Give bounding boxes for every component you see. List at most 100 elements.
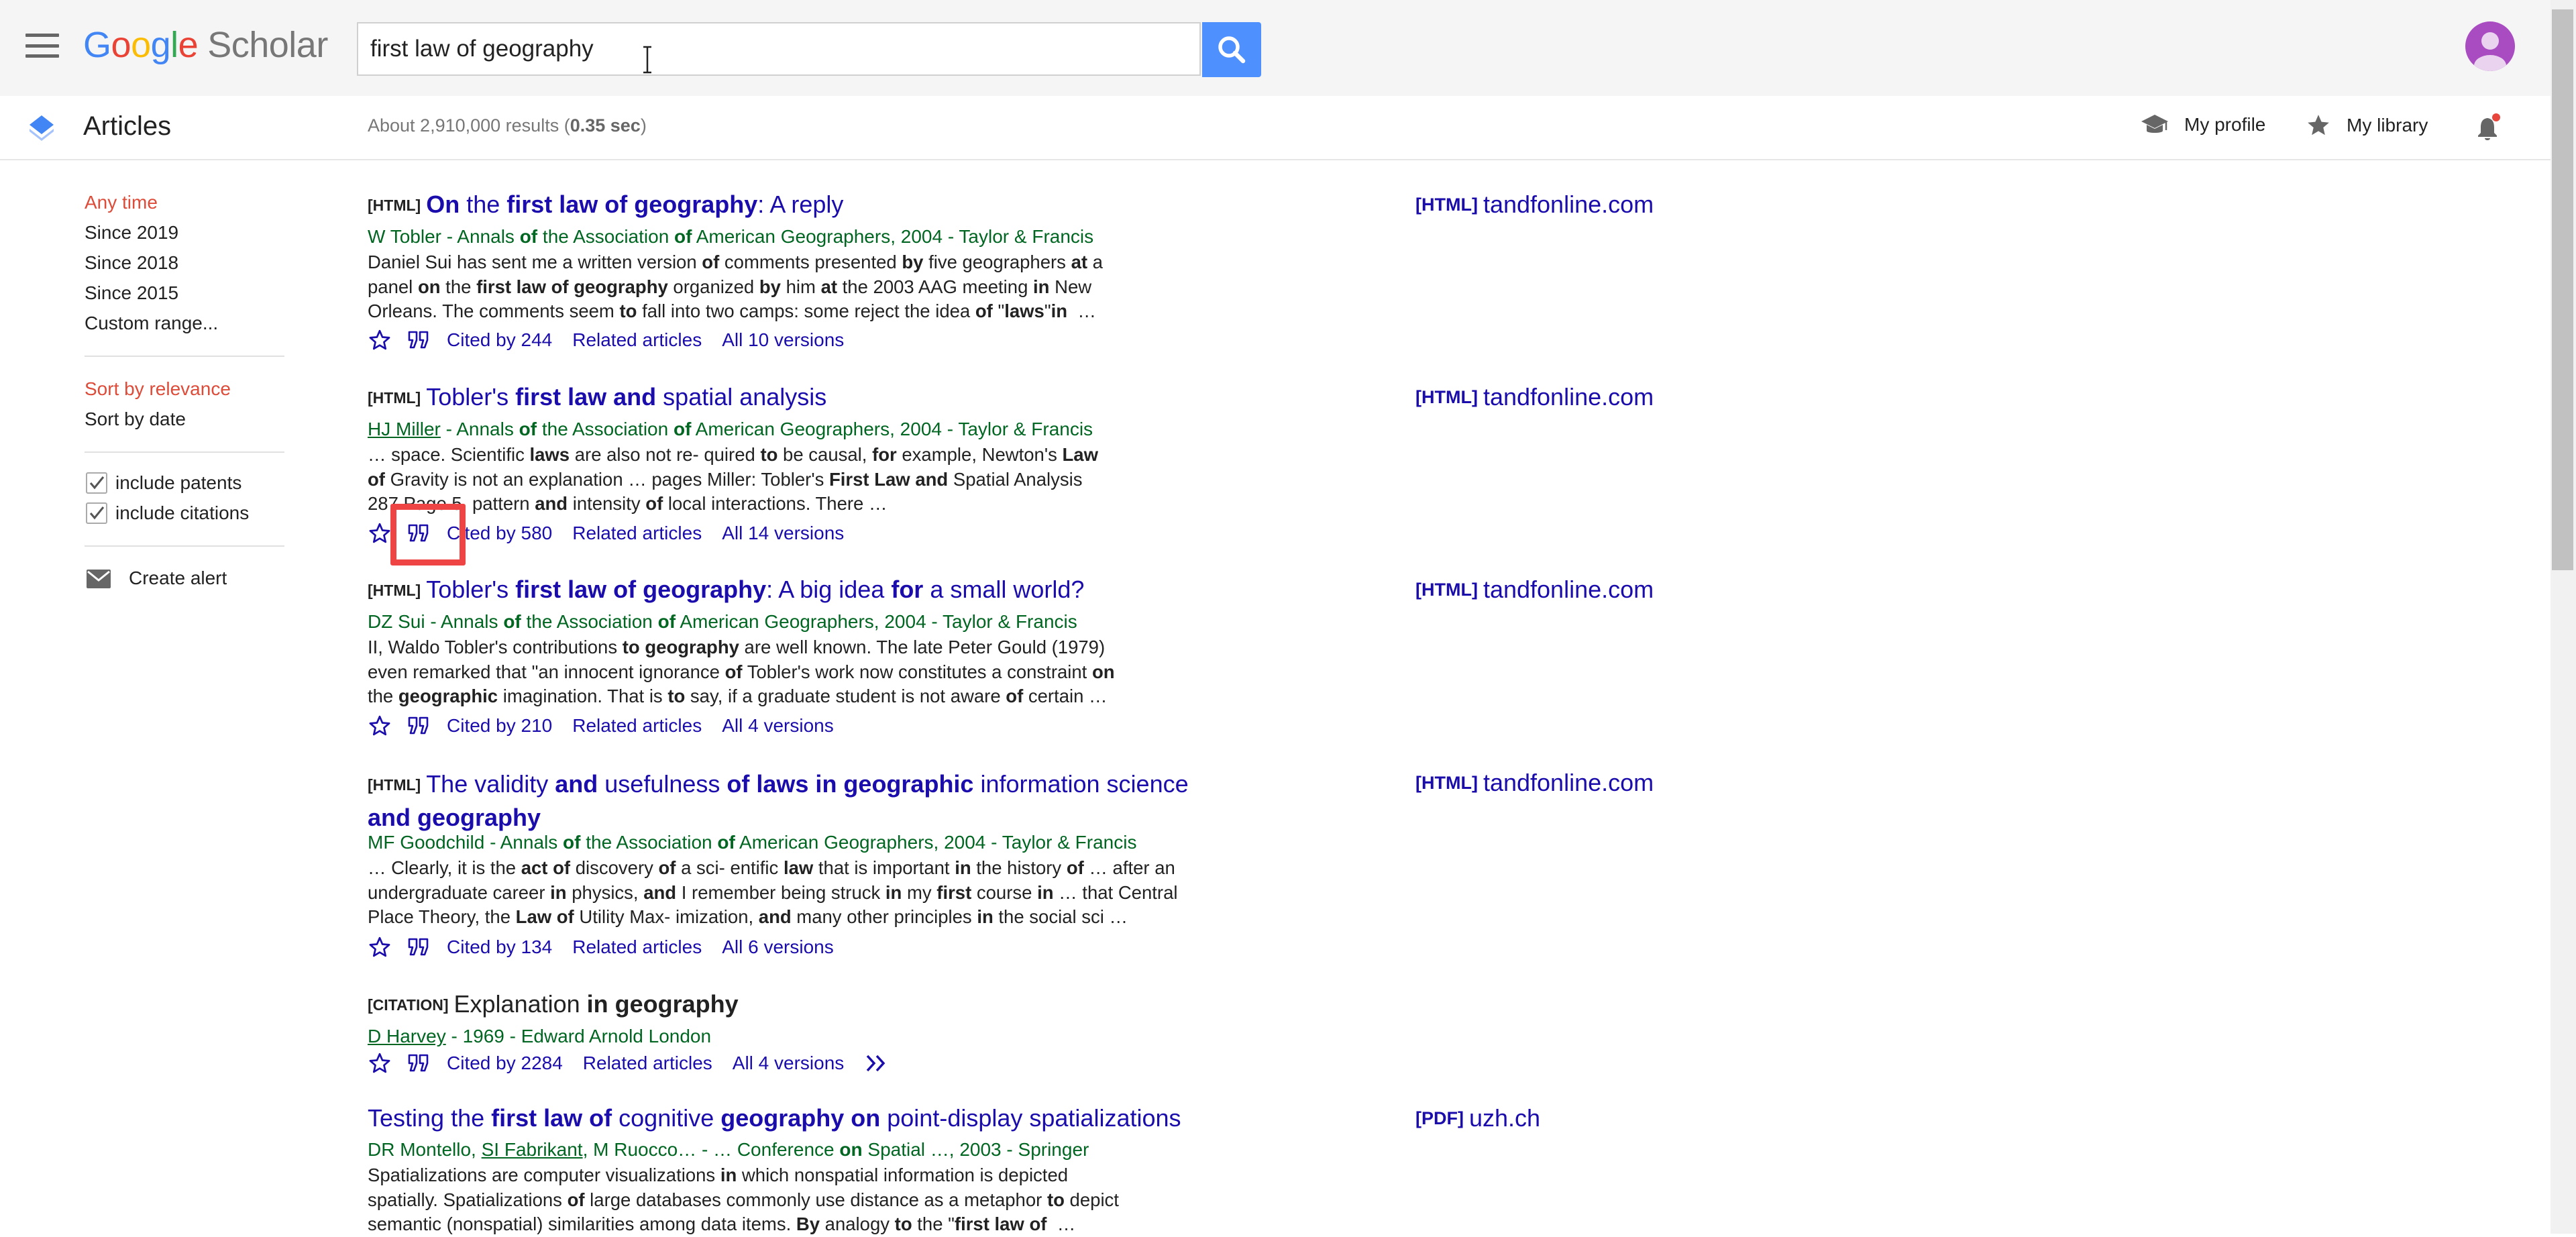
graduation-cap-icon — [2141, 115, 2168, 133]
result-title-text: Testing the first law of cognitive geogr… — [368, 1104, 1181, 1132]
fulltext-domain: tandfonline.com — [1483, 383, 1654, 411]
sidebar-divider — [85, 451, 284, 453]
create-alert-link[interactable]: Create alert — [129, 568, 227, 589]
search-input[interactable] — [358, 23, 1199, 74]
notification-dot — [2492, 113, 2500, 121]
all-versions-link[interactable]: All 4 versions — [722, 715, 834, 737]
fulltext-link[interactable]: [HTML] tandfonline.com — [1415, 191, 1654, 219]
logo-letter: o — [111, 25, 131, 65]
notifications-button[interactable] — [2474, 113, 2504, 142]
fulltext-domain: tandfonline.com — [1483, 191, 1654, 218]
fulltext-format-tag: [HTML] — [1415, 195, 1478, 215]
star-outline-icon[interactable] — [368, 521, 392, 545]
result-snippet: … space. Scientific laws are also not re… — [368, 444, 1098, 514]
fulltext-domain: uzh.ch — [1468, 1104, 1541, 1132]
result-title-text: On the first law of geography: A reply — [426, 191, 844, 218]
magnifier-icon — [1218, 36, 1246, 64]
related-articles-link[interactable]: Related articles — [572, 523, 702, 544]
star-outline-icon[interactable] — [368, 328, 392, 352]
filter-custom-range[interactable]: Custom range... — [85, 313, 218, 334]
logo-letter: e — [178, 25, 199, 65]
my-profile-link[interactable]: My profile — [2140, 113, 2265, 137]
fulltext-format-tag: [HTML] — [1415, 387, 1478, 407]
avatar[interactable] — [2465, 21, 2515, 71]
fulltext-format-tag: [HTML] — [1415, 773, 1478, 793]
filter-any-time[interactable]: Any time — [85, 192, 158, 213]
google-scholar-logo[interactable]: Google Scholar — [83, 24, 328, 66]
fulltext-link[interactable]: [HTML] tandfonline.com — [1415, 769, 1654, 797]
logo-product-name: Scholar — [207, 25, 328, 65]
all-versions-link[interactable]: All 6 versions — [722, 936, 834, 958]
related-articles-link[interactable]: Related articles — [583, 1053, 712, 1074]
cited-by-link[interactable]: Cited by 244 — [447, 329, 552, 351]
filter-since-2019[interactable]: Since 2019 — [85, 222, 178, 244]
scrollbar-thumb[interactable] — [2552, 9, 2573, 570]
fulltext-domain: tandfonline.com — [1483, 576, 1654, 603]
results-stats-suffix: ) — [640, 115, 647, 136]
all-versions-link[interactable]: All 14 versions — [722, 523, 844, 544]
all-versions-link[interactable]: All 10 versions — [722, 329, 844, 351]
logo-letter: o — [131, 25, 151, 65]
result-snippet: … Clearly, it is the act of discovery of… — [368, 857, 1178, 927]
bell-icon — [2478, 113, 2500, 140]
hamburger-menu-icon[interactable] — [25, 34, 59, 58]
quote-icon[interactable] — [407, 935, 431, 959]
result-title[interactable]: Testing the first law of cognitive geogr… — [368, 1104, 1181, 1132]
star-outline-icon[interactable] — [368, 935, 392, 959]
user-silhouette-icon — [2474, 32, 2506, 71]
sort-by-relevance[interactable]: Sort by relevance — [85, 378, 231, 400]
sort-by-date[interactable]: Sort by date — [85, 409, 186, 430]
result-title-text: Tobler's first law and spatial analysis — [426, 383, 827, 411]
result-snippet: Spatializations are computer visualizati… — [368, 1165, 1119, 1234]
cited-by-link[interactable]: Cited by 210 — [447, 715, 552, 737]
quote-icon[interactable] — [407, 714, 431, 738]
logo-letter: g — [150, 25, 171, 65]
related-articles-link[interactable]: Related articles — [572, 329, 702, 351]
sidebar-divider — [85, 356, 284, 357]
my-profile-label: My profile — [2184, 114, 2266, 135]
result-authors: HJ Miller - Annals of the Association of… — [368, 419, 1093, 439]
star-outline-icon[interactable] — [368, 714, 392, 738]
result-actions: Cited by 2284 Related articles All 4 ver… — [368, 1050, 890, 1077]
result-actions: Cited by 244 Related articles All 10 ver… — [368, 327, 864, 354]
result-title[interactable]: [HTML] The validity and usefulness of law… — [368, 769, 1189, 833]
result-format-tag: [HTML] — [368, 582, 421, 599]
star-outline-icon[interactable] — [368, 1051, 392, 1075]
result-title[interactable]: [HTML] On the first law of geography: A r… — [368, 191, 843, 219]
related-articles-link[interactable]: Related articles — [572, 715, 702, 737]
results-stats: About 2,910,000 results (0.35 sec) — [368, 115, 647, 136]
include-citations-label[interactable]: include citations — [115, 502, 249, 524]
logo-letter: l — [170, 25, 178, 65]
result-snippet: II, Waldo Tobler's contributions to geog… — [368, 637, 1115, 706]
filter-since-2015[interactable]: Since 2015 — [85, 282, 178, 304]
result-authors: W Tobler - Annals of the Association of … — [368, 226, 1094, 247]
fulltext-link[interactable]: [HTML] tandfonline.com — [1415, 576, 1654, 604]
quote-icon[interactable] — [407, 1051, 431, 1075]
cited-by-link[interactable]: Cited by 2284 — [447, 1053, 563, 1074]
all-versions-link[interactable]: All 4 versions — [733, 1053, 845, 1074]
cited-by-link[interactable]: Cited by 134 — [447, 936, 552, 958]
quote-icon[interactable] — [407, 328, 431, 352]
my-library-label: My library — [2347, 115, 2428, 136]
logo-letter: G — [83, 25, 111, 65]
double-chevron-right-icon[interactable] — [864, 1053, 890, 1073]
star-filled-icon — [2308, 115, 2329, 136]
fulltext-link[interactable]: [HTML] tandfonline.com — [1415, 383, 1654, 411]
fulltext-link[interactable]: [PDF] uzh.ch — [1415, 1104, 1540, 1132]
result-authors: DZ Sui - Annals of the Association of Am… — [368, 611, 1077, 632]
result-title-text: The validity and usefulness of laws in g… — [368, 770, 1189, 831]
result-authors: D Harvey - 1969 - Edward Arnold London — [368, 1026, 712, 1046]
result-title[interactable]: [HTML] Tobler's first law and spatial ana… — [368, 383, 826, 411]
my-library-link[interactable]: My library — [2305, 113, 2428, 138]
result-snippet: Daniel Sui has sent me a written version… — [368, 252, 1103, 321]
highlight-box — [390, 504, 466, 566]
include-citations-checkbox[interactable] — [86, 502, 107, 524]
include-patents-label[interactable]: include patents — [115, 472, 241, 494]
related-articles-link[interactable]: Related articles — [572, 936, 702, 958]
result-format-tag: [HTML] — [368, 776, 421, 794]
filter-since-2018[interactable]: Since 2018 — [85, 252, 178, 274]
search-button[interactable] — [1202, 22, 1261, 77]
envelope-icon — [87, 570, 111, 588]
include-patents-checkbox[interactable] — [86, 472, 107, 494]
result-title[interactable]: [HTML] Tobler's first law of geography: A… — [368, 576, 1084, 604]
